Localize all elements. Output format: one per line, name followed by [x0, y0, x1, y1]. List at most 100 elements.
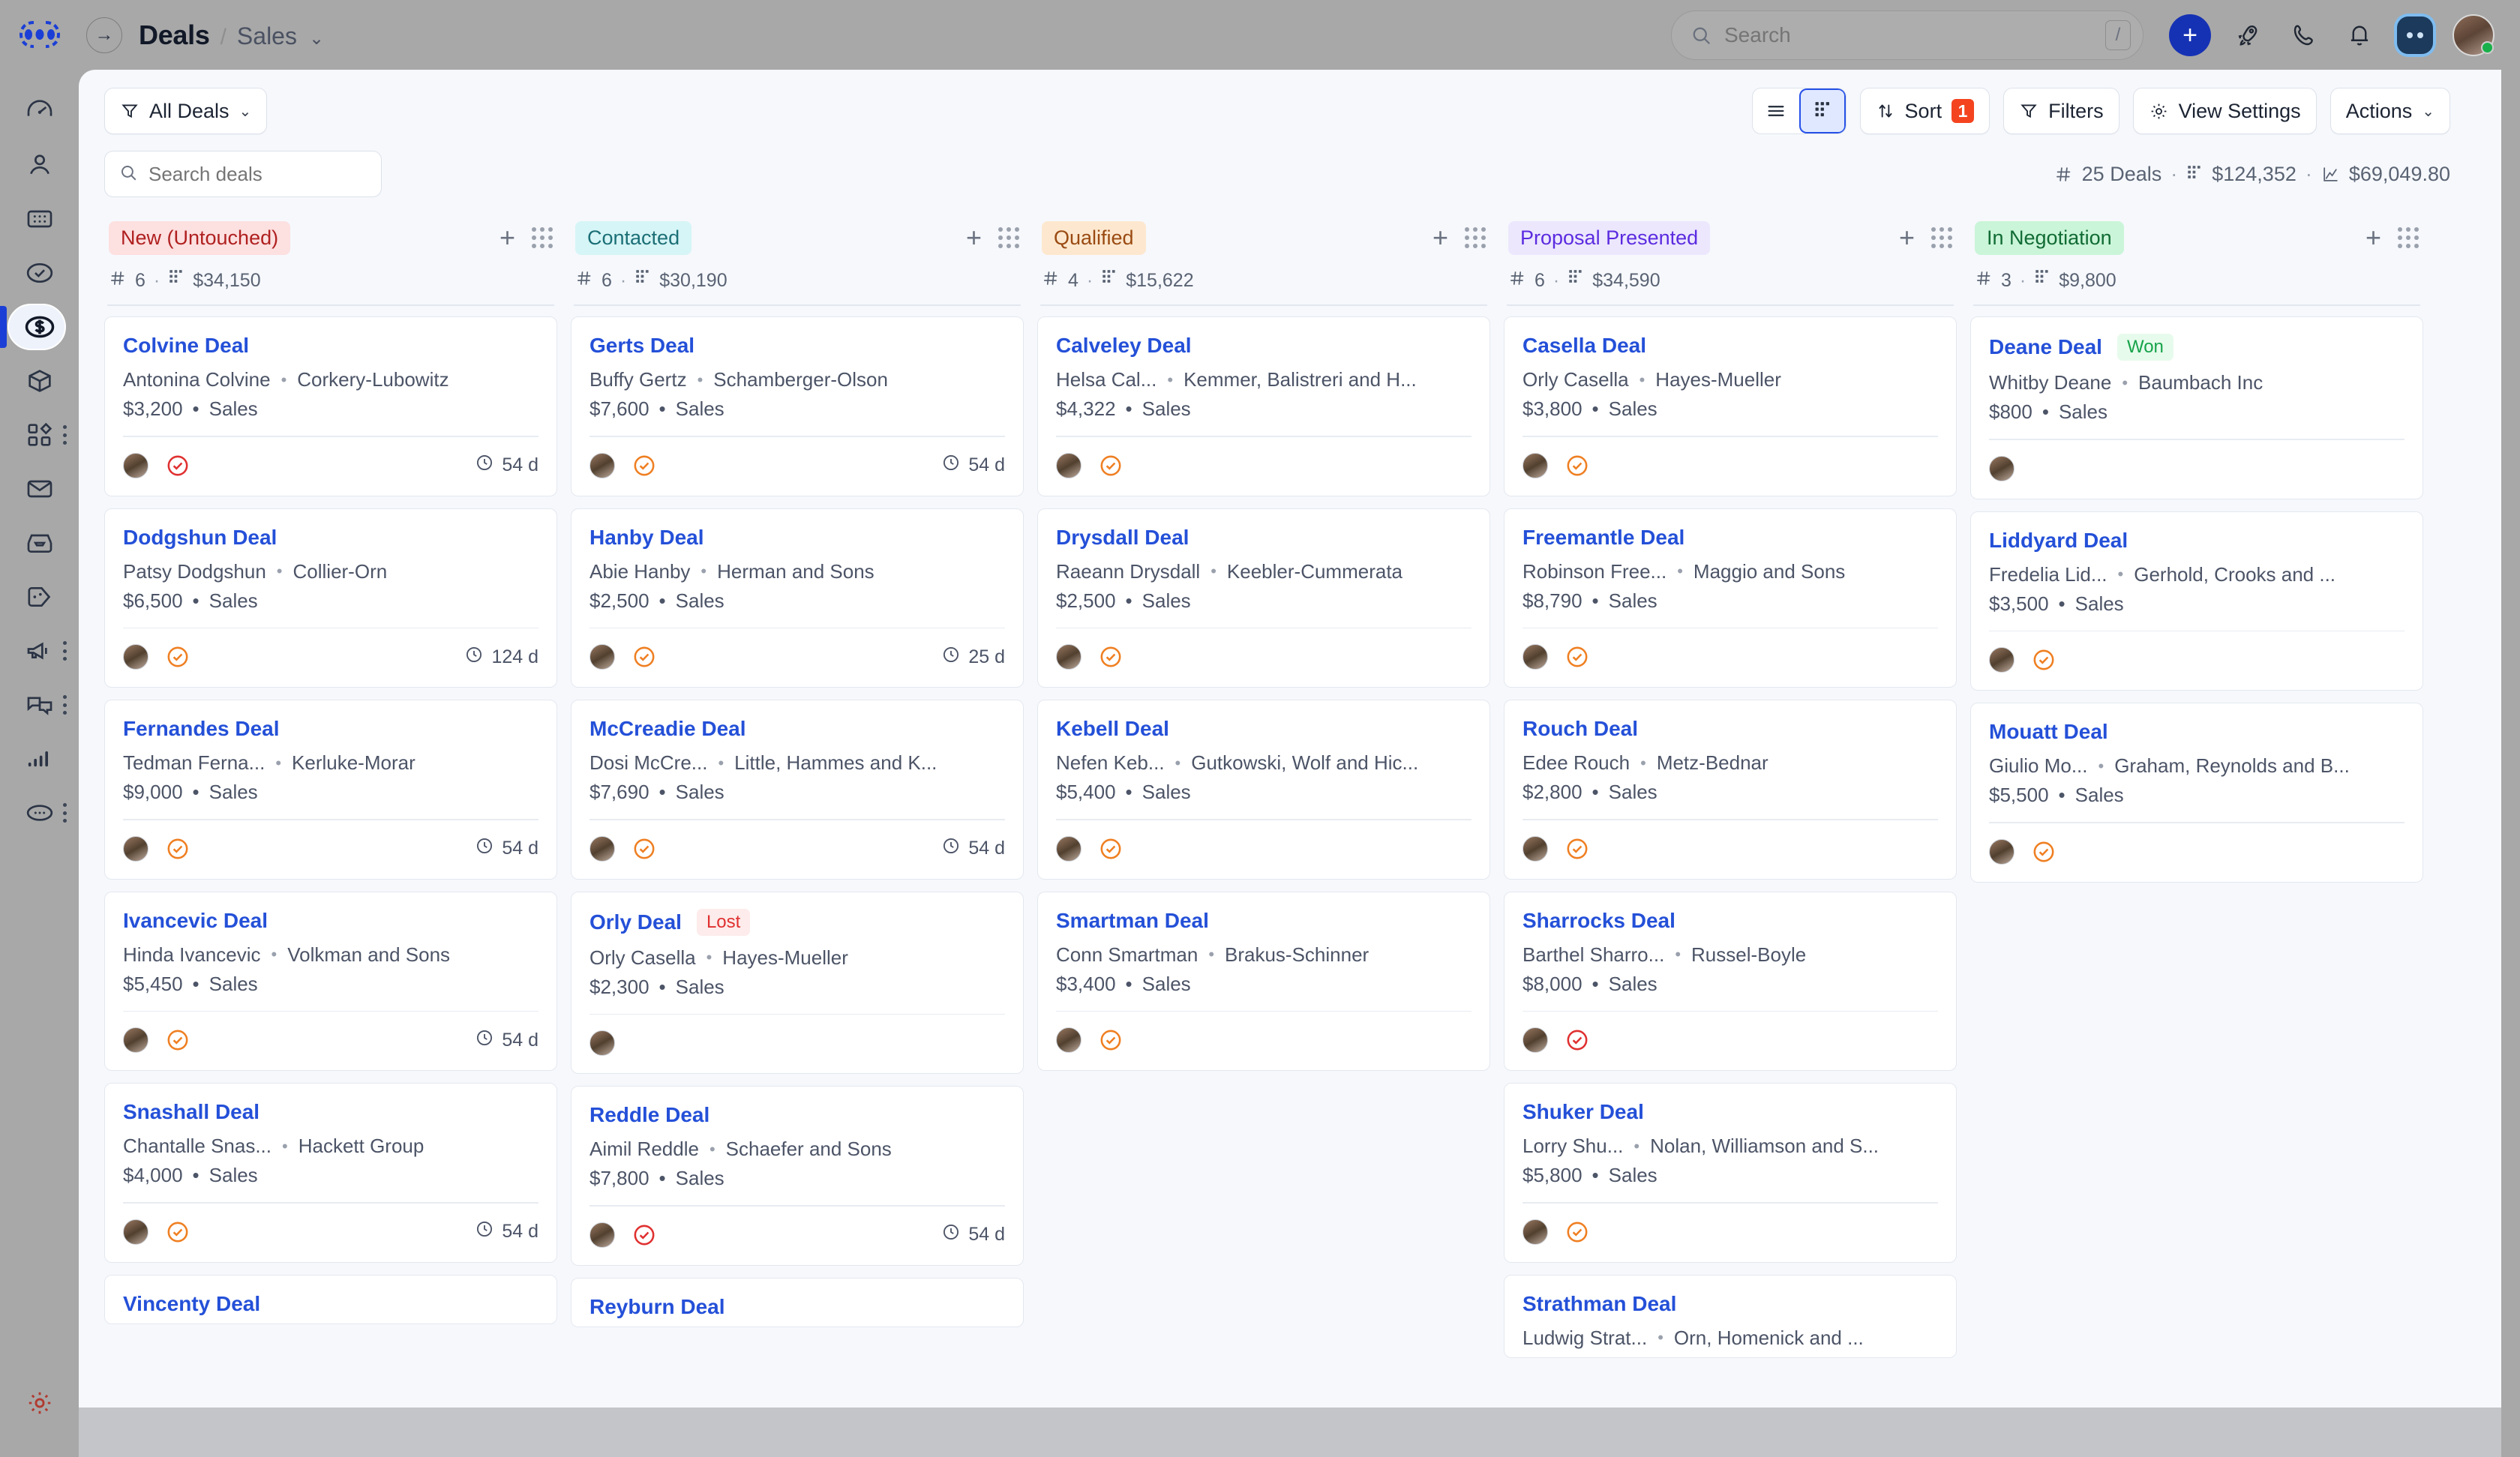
add-deal-button[interactable]: + [1432, 224, 1448, 251]
bell-icon[interactable] [2342, 17, 2378, 53]
deal-card[interactable]: Mouatt Deal Giulio Mo... • Graham, Reyno… [1970, 703, 2423, 883]
deal-title[interactable]: Rouch Deal [1522, 717, 1638, 741]
avatar[interactable] [1989, 455, 2014, 481]
sidebar-item-deals[interactable] [0, 300, 79, 354]
deal-title[interactable]: Gerts Deal [590, 334, 694, 358]
sidebar-item-campaigns[interactable] [0, 624, 79, 678]
deal-card[interactable]: McCreadie Deal Dosi McCre... • Little, H… [571, 700, 1024, 880]
task-check-icon[interactable] [165, 836, 190, 862]
deal-card[interactable]: Reyburn Deal [571, 1277, 1024, 1327]
kebab-menu-icon[interactable] [61, 425, 68, 445]
task-check-icon[interactable] [165, 453, 190, 478]
task-check-icon[interactable] [1564, 836, 1590, 862]
deal-title[interactable]: Strathman Deal [1522, 1292, 1676, 1316]
deal-title[interactable]: Snashall Deal [123, 1100, 260, 1124]
task-check-icon[interactable] [165, 644, 190, 670]
deal-title[interactable]: Casella Deal [1522, 334, 1646, 358]
task-check-icon[interactable] [632, 644, 657, 670]
deal-card[interactable]: Gerts Deal Buffy Gertz • Schamberger-Ols… [571, 316, 1024, 496]
deal-title[interactable]: Calveley Deal [1056, 334, 1192, 358]
chevron-down-icon[interactable]: ⌄ [309, 28, 324, 49]
avatar[interactable] [1056, 1027, 1082, 1054]
task-check-icon[interactable] [1098, 1027, 1124, 1053]
task-check-icon[interactable] [2031, 839, 2056, 865]
add-deal-button[interactable]: + [966, 224, 982, 251]
sidebar-item-tags[interactable] [0, 570, 79, 624]
task-check-icon[interactable] [165, 1027, 190, 1053]
deal-title[interactable]: Drysdall Deal [1056, 526, 1189, 550]
avatar[interactable] [123, 1219, 148, 1245]
deal-card[interactable]: Calveley Deal Helsa Cal... • Kemmer, Bal… [1037, 316, 1490, 496]
column-drag-handle[interactable] [532, 227, 553, 248]
avatar[interactable] [123, 835, 148, 862]
deal-title[interactable]: McCreadie Deal [590, 717, 746, 741]
board-view-button[interactable] [1798, 88, 1846, 133]
avatar[interactable] [1522, 835, 1548, 862]
avatar[interactable] [123, 644, 148, 670]
deal-card[interactable]: Freemantle Deal Robinson Free... • Maggi… [1504, 508, 1957, 688]
deal-title[interactable]: Smartman Deal [1056, 909, 1209, 933]
avatar[interactable] [590, 1030, 615, 1057]
sidebar-item-reports[interactable] [0, 732, 79, 786]
user-avatar[interactable] [2452, 13, 2494, 56]
search-deals-input[interactable] [148, 162, 400, 186]
task-check-icon[interactable] [1564, 1219, 1590, 1245]
sidebar-item-tasks[interactable] [0, 246, 79, 300]
deal-title[interactable]: Reddle Deal [590, 1103, 710, 1127]
deal-card[interactable]: Snashall Deal Chantalle Snas... • Hacket… [104, 1083, 557, 1263]
avatar[interactable] [1522, 1219, 1548, 1245]
avatar[interactable] [123, 1027, 148, 1054]
column-drag-handle[interactable] [1931, 227, 1952, 248]
avatar[interactable] [1989, 647, 2014, 673]
avatar[interactable] [1522, 452, 1548, 478]
task-check-icon[interactable] [165, 1219, 190, 1245]
task-check-icon[interactable] [632, 453, 657, 478]
sidebar-item-products[interactable] [0, 354, 79, 408]
deal-card[interactable]: Casella Deal Orly Casella • Hayes-Muelle… [1504, 316, 1957, 496]
kebab-menu-icon[interactable] [61, 803, 68, 823]
deal-card[interactable]: Ivancevic Deal Hinda Ivancevic • Volkman… [104, 891, 557, 1072]
avatar[interactable] [1056, 452, 1082, 478]
deal-card[interactable]: Colvine Deal Antonina Colvine • Corkery-… [104, 316, 557, 496]
sort-button[interactable]: Sort 1 [1859, 88, 1990, 134]
avatar[interactable] [590, 1222, 615, 1248]
sidebar-item-inbox[interactable] [0, 516, 79, 570]
deal-title[interactable]: Shuker Deal [1522, 1100, 1644, 1124]
global-search-input[interactable] [1724, 22, 2105, 47]
deal-card[interactable]: Vincenty Deal [104, 1274, 557, 1324]
deal-title[interactable]: Mouatt Deal [1989, 720, 2108, 744]
task-check-icon[interactable] [632, 836, 657, 862]
avatar[interactable] [590, 452, 615, 478]
column-drag-handle[interactable] [2398, 227, 2419, 248]
task-check-icon[interactable] [1564, 1027, 1590, 1053]
list-view-button[interactable] [1753, 88, 1799, 133]
sidebar-item-companies[interactable] [0, 192, 79, 246]
deal-card[interactable]: Shuker Deal Lorry Shu... • Nolan, Willia… [1504, 1083, 1957, 1263]
task-check-icon[interactable] [1098, 644, 1124, 670]
task-check-icon[interactable] [1098, 836, 1124, 862]
deal-title[interactable]: Orly Deal [590, 910, 682, 934]
column-drag-handle[interactable] [998, 227, 1019, 248]
deal-card[interactable]: Sharrocks Deal Barthel Sharro... • Russe… [1504, 891, 1957, 1072]
expand-sidebar-button[interactable]: → [86, 16, 122, 53]
task-check-icon[interactable] [632, 1222, 657, 1248]
avatar[interactable] [1056, 835, 1082, 862]
phone-icon[interactable] [2286, 17, 2322, 53]
deal-title[interactable]: Kebell Deal [1056, 717, 1169, 741]
deal-card[interactable]: Drysdall Deal Raeann Drysdall • Keebler-… [1037, 508, 1490, 688]
sidebar-item-email[interactable] [0, 462, 79, 516]
avatar[interactable] [590, 644, 615, 670]
deal-card[interactable]: Fernandes Deal Tedman Ferna... • Kerluke… [104, 700, 557, 880]
deal-card[interactable]: Smartman Deal Conn Smartman • Brakus-Sch… [1037, 891, 1490, 1072]
deal-title[interactable]: Dodgshun Deal [123, 526, 277, 550]
sidebar-item-dashboard[interactable] [0, 84, 79, 138]
add-deal-button[interactable]: + [1899, 224, 1915, 251]
deal-title[interactable]: Reyburn Deal [590, 1295, 725, 1319]
filters-button[interactable]: Filters [2003, 88, 2120, 134]
add-deal-button[interactable]: + [2366, 224, 2381, 251]
deal-title[interactable]: Deane Deal [1989, 335, 2102, 359]
avatar[interactable] [1522, 644, 1548, 670]
sidebar-item-apps[interactable] [0, 408, 79, 462]
task-check-icon[interactable] [1564, 644, 1590, 670]
deal-card[interactable]: Strathman Deal Ludwig Strat... • Orn, Ho… [1504, 1274, 1957, 1358]
